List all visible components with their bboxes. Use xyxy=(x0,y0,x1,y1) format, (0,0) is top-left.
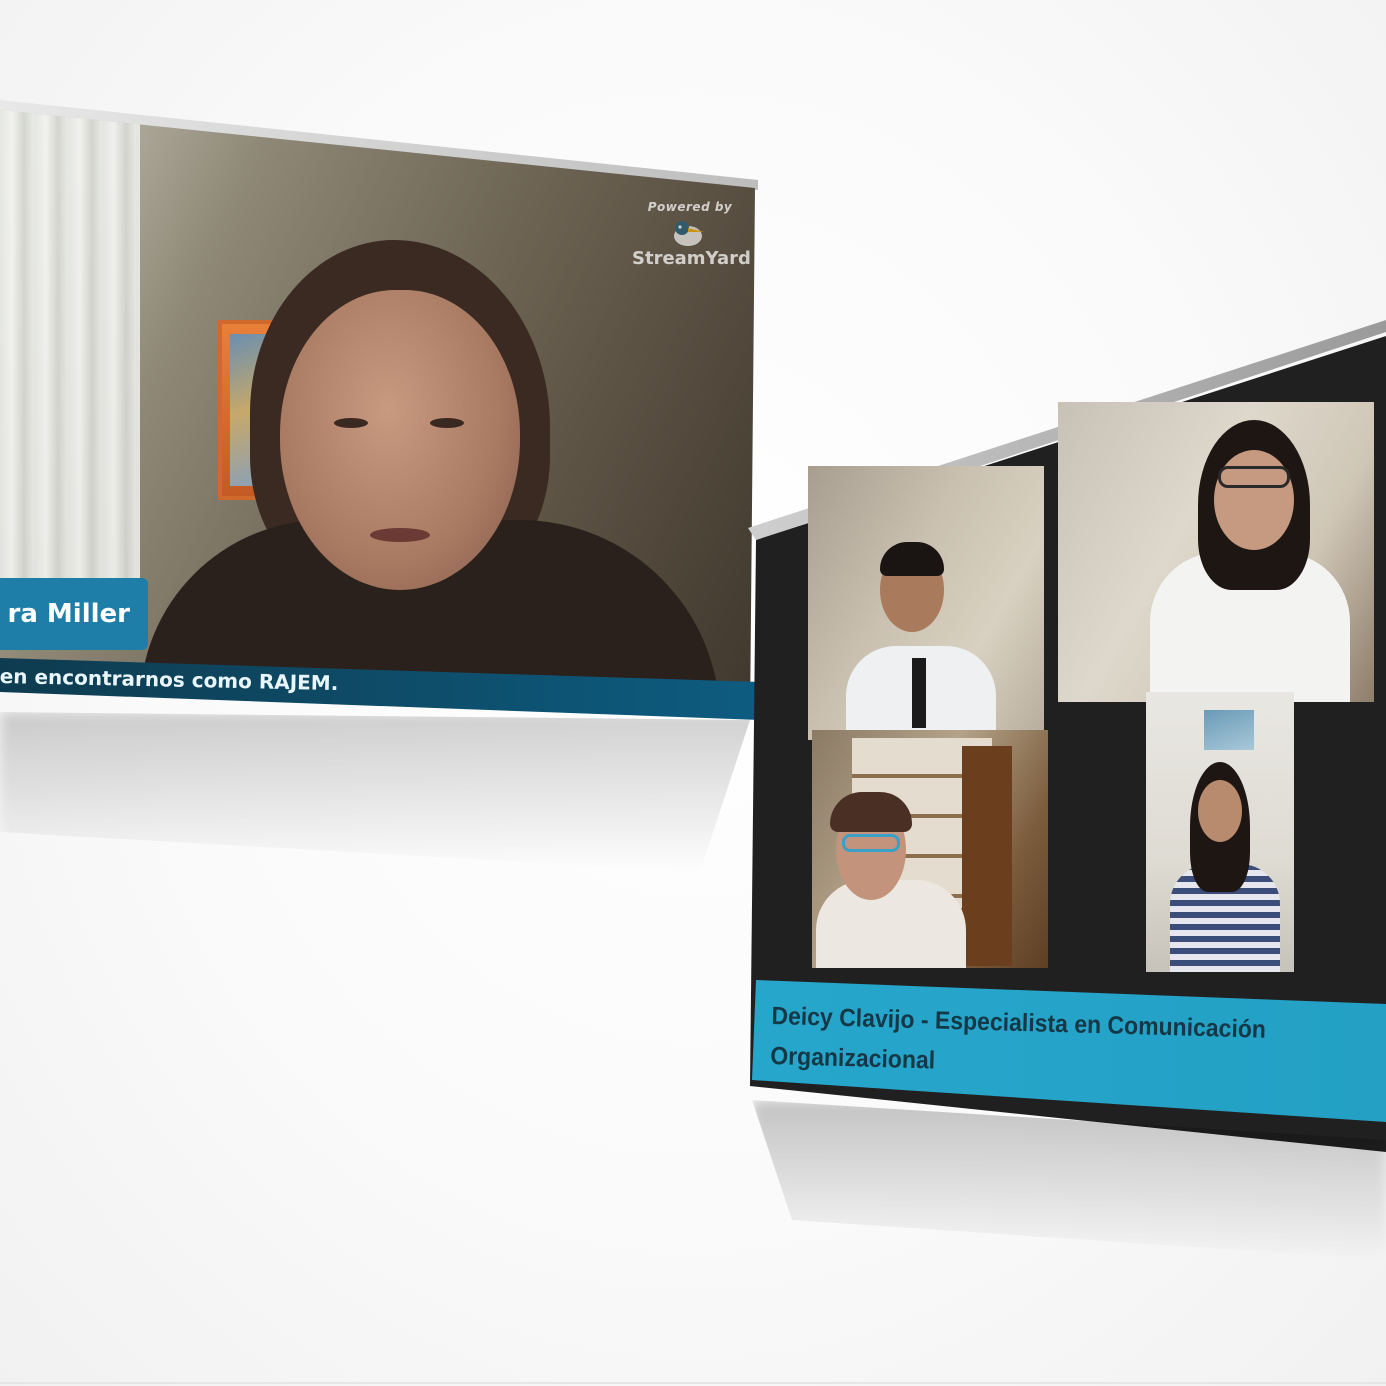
left-panel-reflection xyxy=(0,712,750,872)
participant-tile-1 xyxy=(808,466,1044,740)
main-speaker-video: Powered by StreamYard ra Miller xyxy=(0,110,755,718)
bottom-divider xyxy=(0,1382,1386,1384)
participant-tile-2 xyxy=(1058,402,1374,702)
speaker-name-tag: ra Miller xyxy=(0,578,148,650)
speaker-face xyxy=(280,290,520,590)
powered-by-label: Powered by xyxy=(647,200,733,214)
streamyard-label: StreamYard xyxy=(632,248,751,269)
participant-tile-3 xyxy=(812,730,1048,968)
video-composite: Powered by StreamYard ra Miller en encon… xyxy=(0,0,1386,1386)
right-caption-text: Deicy Clavijo - Especialista en Comunica… xyxy=(770,996,1287,1090)
participant-tile-4 xyxy=(1146,692,1294,972)
streamyard-duck-icon xyxy=(674,221,704,246)
streamyard-watermark: Powered by StreamYard xyxy=(632,200,751,290)
curtain xyxy=(0,110,140,590)
